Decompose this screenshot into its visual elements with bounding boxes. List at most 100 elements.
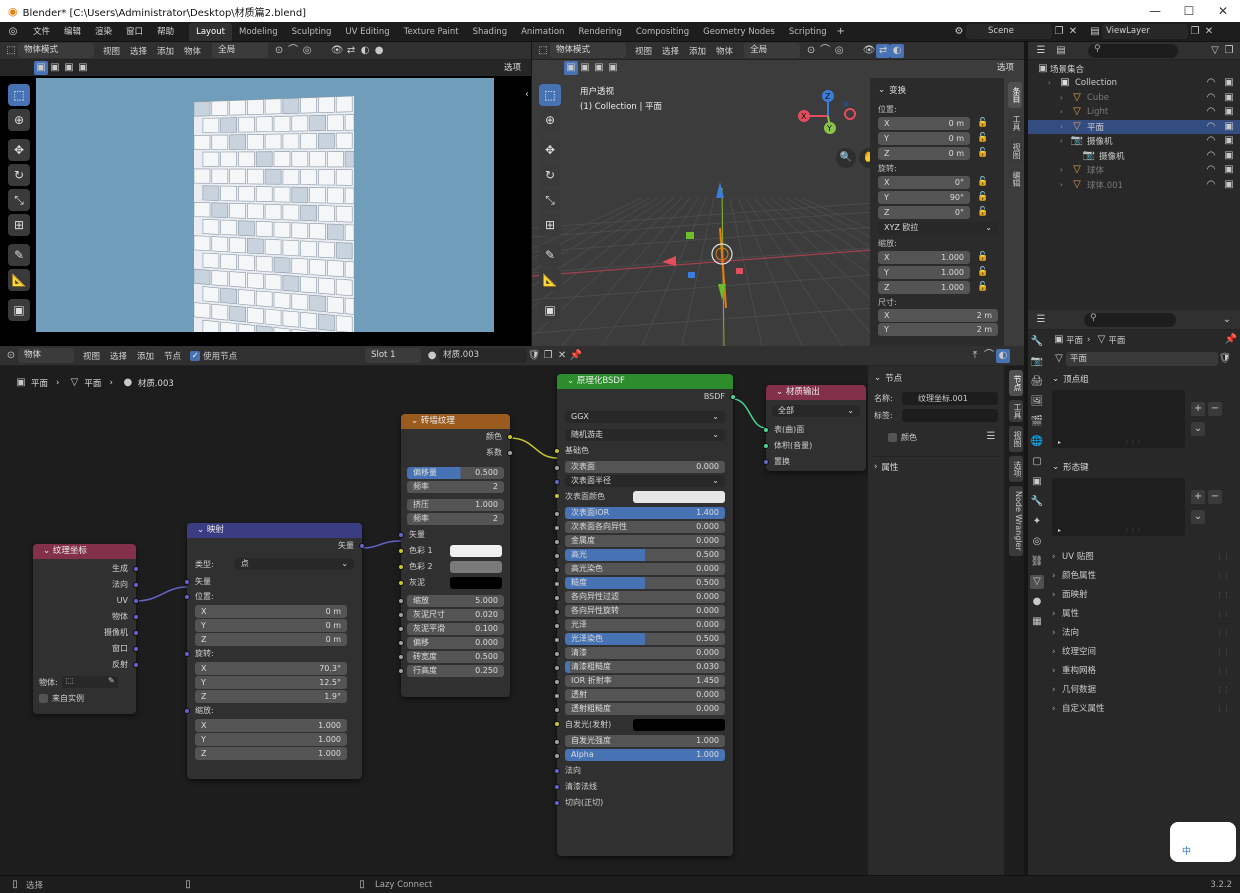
sidebar-tab-2[interactable]: 视图 [1009,426,1023,452]
lock-icon[interactable]: 🔓 [976,146,990,160]
pivot-icon[interactable]: ⊙ [804,44,818,58]
outliner-root[interactable]: ▣ 场景集合 [1028,62,1240,76]
scale-icon[interactable]: ⤡ [539,189,561,211]
constraints-icon[interactable]: ⛓ [1030,555,1044,569]
vector-field-x[interactable]: X 1.000 [195,719,347,732]
workspace-tab-7[interactable]: Rendering [571,23,628,41]
vector-field-z[interactable]: Z 1.9° [195,690,347,703]
select-box-icon[interactable]: ⬚ [539,84,561,106]
properties-section[interactable]: UV 贴图 [1048,548,1238,567]
vector-field-x[interactable]: X 0 m [195,605,347,618]
texcoord-output[interactable]: 摄像机 [33,625,139,641]
ime-widget[interactable]: 中 [1170,822,1236,862]
maximize-button[interactable]: ☐ [1172,0,1206,22]
render-camera-icon[interactable]: ▣ [1222,149,1236,163]
sidebar-tab-3[interactable]: 编辑 [1008,168,1022,190]
mapping-node[interactable]: ⌄ 映射 矢量 类型: 点 ⌄ 矢量 位置: X0 mY0 mZ0 m 旋转: X… [184,523,365,779]
visibility-icon[interactable]: 👁 [330,44,344,58]
cursor-icon[interactable]: ⊕ [8,109,30,131]
texcoord-output[interactable]: UV [33,593,139,609]
from-instancer-checkbox[interactable] [39,694,48,703]
color-swatch[interactable] [633,491,725,503]
brick-param-field[interactable]: 偏移 0.000 [407,637,504,649]
output-target-dropdown[interactable]: 全部 ⌄ [772,405,860,417]
render-camera-icon[interactable]: ▣ [1222,91,1236,105]
new-viewlayer-icon[interactable]: ❐ [1188,25,1202,39]
vector-field-y[interactable]: Y 0 m [195,619,347,632]
viewlayer-field[interactable]: ViewLayer [1102,24,1188,39]
bsdf-input-row[interactable]: 各向异性过滤 0.000 [554,591,733,603]
render-camera-icon[interactable]: ▣ [1222,76,1236,90]
properties-section[interactable]: 面映射 [1048,586,1238,605]
delete-viewlayer-icon[interactable]: ✕ [1202,25,1216,39]
scene-field[interactable]: Scene [966,24,1052,39]
world-icon[interactable]: 🌐 [1030,435,1044,449]
workspace-tab-0[interactable]: Layout [189,23,232,41]
bsdf-input-row[interactable]: 次表面IOR 1.400 [554,507,733,519]
object-icon[interactable]: ▣ [1030,475,1044,489]
physics-icon[interactable]: ◎ [1030,535,1044,549]
vector-field-z[interactable]: Z 0° [878,205,970,219]
measure-icon[interactable]: 📐 [8,269,30,291]
bsdf-input-row[interactable]: 各向异性旋转 0.000 [554,605,733,617]
lock-icon[interactable]: 🔓 [976,265,990,279]
render-camera-icon[interactable]: ▣ [1222,163,1236,177]
new-scene-icon[interactable]: ❐ [1052,25,1066,39]
outliner-item[interactable]: › ▽ 球体.001 ◠ ▣ [1028,178,1240,193]
sidebar-tab-1[interactable]: 工具 [1008,112,1022,134]
editor-type-icon[interactable]: ☰ [1034,44,1048,58]
view-menu-2[interactable]: 添加 [684,45,711,57]
output-input-socket[interactable]: 表(曲)面 [763,422,866,438]
properties-section[interactable]: 自定义属性 [1048,700,1238,719]
eye-icon[interactable]: ◠ [1204,76,1218,90]
collection-icon[interactable]: ▢ [1030,455,1044,469]
editor-type-icon[interactable]: ☰ [1034,313,1048,327]
transform-icon[interactable]: ⊞ [539,214,561,236]
sidebar-tab-0[interactable]: 条目 [1008,82,1022,108]
bsdf-input-row[interactable]: 高光染色 0.000 [554,563,733,575]
properties-section[interactable]: 纹理空间 [1048,643,1238,662]
pin-icon[interactable]: 📌 [1224,333,1238,347]
annotate-icon[interactable]: ✎ [8,244,30,266]
brick-param-field[interactable]: 缩放 5.000 [407,595,504,607]
modifier-icon[interactable]: 🔧 [1030,495,1044,509]
bsdf-input-row[interactable]: 次表面颜色 [554,489,733,505]
vector-field-x[interactable]: X 1.000 [878,250,970,264]
eye-icon[interactable]: ◠ [1204,163,1218,177]
properties-section[interactable]: 属性 [1048,605,1238,624]
mesh-name-field[interactable]: 平面 [1066,352,1218,366]
select-mode-icon[interactable]: ▣ [34,61,48,75]
shape-keys-list[interactable]: ▸ ⋮⋮⋮ [1052,478,1186,536]
view-menu-1[interactable]: 选择 [657,45,684,57]
vector-field-y[interactable]: Y 0 m [878,131,970,145]
object-field[interactable]: ⬚ ✎ [61,676,118,688]
bsdf-input-row[interactable]: IOR 折射率 1.450 [554,675,733,687]
navigation-gizmo[interactable]: Z X Y [794,86,864,156]
color-swatch[interactable] [633,719,725,731]
vector-field-y[interactable]: Y 1.000 [878,265,970,279]
bsdf-vector-input[interactable]: 清漆法线 [554,779,733,795]
lock-icon[interactable]: 🔓 [976,175,990,189]
lock-icon[interactable]: 🔓 [976,131,990,145]
select-mode-extend-icon[interactable]: ▣ [578,61,592,75]
menu-3[interactable]: 窗口 [119,22,150,42]
lock-icon[interactable]: 🔓 [976,205,990,219]
texcoord-output[interactable]: 生成 [33,561,139,577]
workspace-tab-4[interactable]: Texture Paint [397,23,466,41]
outliner-item[interactable]: › 📷 摄像机 ◠ ▣ [1028,134,1240,149]
bsdf-input-row[interactable]: 次表面半径 ⌄ [554,475,733,487]
view-menu-3[interactable]: 物体 [711,45,738,57]
lock-icon[interactable]: 🔓 [976,250,990,264]
workspace-tab-1[interactable]: Modeling [232,23,285,41]
bsdf-vector-input[interactable]: 法向 [554,763,733,779]
new-collection-icon[interactable]: ❐ [1222,44,1236,58]
bsdf-input-row[interactable]: 清漆粗糙度 0.030 [554,661,733,673]
shape-key-menu-icon[interactable]: ⌄ [1191,510,1206,524]
brick-input-vector[interactable]: 矢量 [398,527,510,543]
overlay-icon[interactable]: ◐ [890,43,905,58]
overlay-icon[interactable]: ◐ [358,44,372,58]
options-dropdown[interactable]: 选项 [498,61,527,76]
output-input-socket[interactable]: 置换 [763,454,866,470]
workspace-tab-6[interactable]: Animation [514,23,571,41]
principled-bsdf-node[interactable]: ⌄ 原理化BSDF BSDF GGX ⌄ 随机游走 ⌄ 基础色 次表面 0.000 次表… [554,374,736,856]
